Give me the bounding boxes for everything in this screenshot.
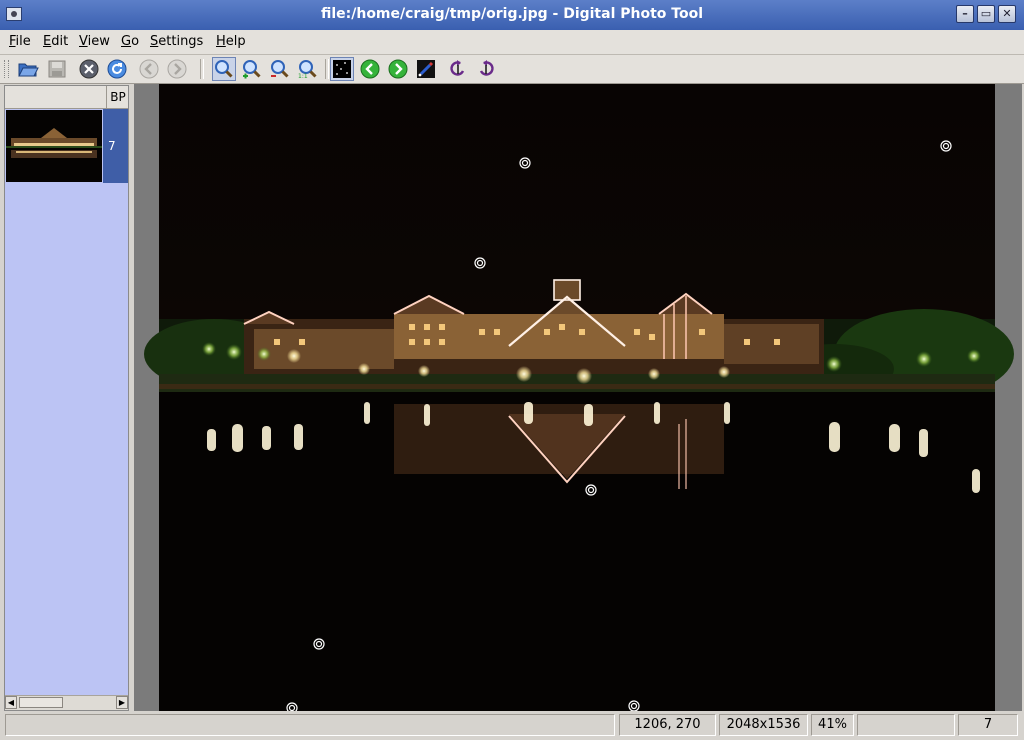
next-icon[interactable] bbox=[386, 57, 410, 81]
reload-icon[interactable] bbox=[105, 57, 129, 81]
toolbar-grip[interactable] bbox=[4, 60, 9, 78]
thumbnail-count: 7 bbox=[103, 109, 128, 183]
back-icon[interactable] bbox=[137, 57, 161, 81]
column-header-bp[interactable]: BP bbox=[106, 86, 129, 108]
zoom-original-icon[interactable]: 1:1 bbox=[296, 57, 320, 81]
menu-view[interactable]: View bbox=[79, 34, 110, 49]
forward-icon[interactable] bbox=[165, 57, 189, 81]
menu-go[interactable]: Go bbox=[121, 34, 139, 49]
minimize-button[interactable]: – bbox=[956, 5, 974, 23]
horizontal-scrollbar[interactable]: ◀ ▶ bbox=[5, 695, 128, 710]
status-dimensions: 2048x1536 bbox=[719, 714, 808, 736]
photo[interactable] bbox=[134, 84, 1022, 711]
thumbnail-panel: BP 7 ◀ ▶ bbox=[4, 85, 129, 711]
status-zoom: 41% bbox=[811, 714, 854, 736]
save-icon[interactable] bbox=[45, 57, 69, 81]
title-bar: file:/home/craig/tmp/orig.jpg - Digital … bbox=[0, 0, 1024, 30]
previous-icon[interactable] bbox=[358, 57, 382, 81]
menu-file[interactable]: File bbox=[9, 34, 31, 49]
window-title: file:/home/craig/tmp/orig.jpg - Digital … bbox=[320, 6, 704, 22]
menu-bar: File Edit View Go Settings Help bbox=[0, 30, 1024, 55]
menu-settings[interactable]: Settings bbox=[150, 34, 203, 49]
scroll-left-icon[interactable]: ◀ bbox=[5, 696, 17, 709]
status-coordinates: 1206, 270 bbox=[619, 714, 716, 736]
status-extra bbox=[857, 714, 955, 736]
menu-help[interactable]: Help bbox=[216, 34, 246, 49]
close-window-button[interactable]: ✕ bbox=[998, 5, 1016, 23]
zoom-out-icon[interactable] bbox=[268, 57, 292, 81]
rotate-right-icon[interactable] bbox=[474, 57, 498, 81]
image-viewer[interactable] bbox=[134, 84, 1022, 711]
scrollbar-thumb[interactable] bbox=[19, 697, 63, 708]
toolbar-separator bbox=[200, 59, 204, 79]
status-count: 7 bbox=[958, 714, 1018, 736]
thumbnail-item[interactable]: 7 bbox=[5, 109, 128, 183]
scroll-right-icon[interactable]: ▶ bbox=[116, 696, 128, 709]
menu-edit[interactable]: Edit bbox=[43, 34, 68, 49]
zoom-in-icon[interactable] bbox=[240, 57, 264, 81]
close-icon[interactable] bbox=[77, 57, 101, 81]
bad-pixel-icon[interactable] bbox=[330, 57, 354, 81]
rotate-left-icon[interactable] bbox=[446, 57, 470, 81]
thumbnail-image[interactable] bbox=[6, 110, 102, 182]
svg-text:1:1: 1:1 bbox=[298, 73, 308, 79]
open-folder-icon[interactable] bbox=[16, 57, 40, 81]
status-bar: 1206, 270 2048x1536 41% 7 bbox=[0, 712, 1024, 740]
edit-icon[interactable] bbox=[414, 57, 438, 81]
maximize-button[interactable]: ▭ bbox=[977, 5, 995, 23]
status-message bbox=[5, 714, 615, 736]
toolbar: 1:1 bbox=[0, 55, 1024, 84]
zoom-fit-icon[interactable] bbox=[212, 57, 236, 81]
thumbnail-list-header: BP bbox=[5, 86, 128, 109]
toolbar-separator bbox=[325, 59, 329, 79]
